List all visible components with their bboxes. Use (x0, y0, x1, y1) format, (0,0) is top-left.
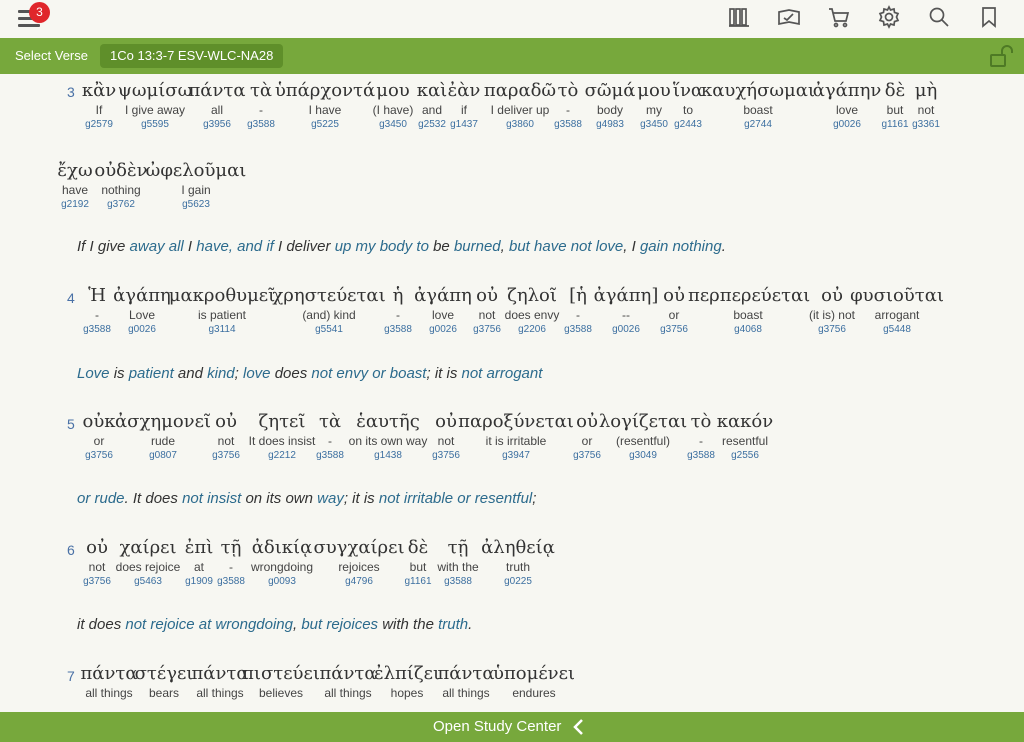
interlinear-word[interactable]: ὑπομένει endures (474, 663, 594, 712)
strongs-number[interactable]: g2556 (685, 450, 805, 463)
linked-phrase[interactable]: have, and if (196, 238, 274, 255)
reference-button[interactable]: 1Co 13:3-7 ESV-WLC-NA28 (100, 44, 284, 68)
translation-text: If (77, 238, 90, 255)
top-toolbar: 3 (0, 0, 1024, 38)
greek-word: ὑπομένει (493, 663, 575, 684)
translation-text: with the (378, 616, 439, 633)
chevron-left-icon[interactable] (571, 718, 585, 736)
interlinear-word[interactable]: φυσιοῦται arrogant g5448 (837, 285, 957, 337)
linked-phrase[interactable]: up my body to (335, 238, 429, 255)
interlinear-word[interactable]: μὴ not g3361 (866, 80, 986, 132)
select-verse-button[interactable]: Select Verse (15, 48, 88, 63)
cart-icon[interactable] (822, 4, 856, 30)
greek-word: φυσιοῦται (850, 285, 944, 306)
strongs-number[interactable]: g3114 (162, 324, 282, 337)
linked-phrase[interactable]: or rude (77, 490, 125, 507)
library-icon[interactable] (722, 4, 756, 30)
linked-phrase[interactable]: not insist (182, 490, 241, 507)
translation-text: ; (532, 490, 537, 507)
greek-word: κακόν (716, 411, 774, 432)
linked-phrase[interactable]: not irritable or resentful (379, 490, 532, 507)
translation-text: I give (89, 238, 130, 255)
strongs-number[interactable]: g5448 (837, 324, 957, 337)
strongs-number[interactable]: g3361 (866, 119, 986, 132)
gear-icon[interactable] (872, 4, 906, 30)
bottom-bar: Open Study Center (0, 712, 1024, 742)
translation-text: is (109, 365, 129, 382)
strongs-number[interactable] (474, 702, 594, 712)
translation-text: I deliver (273, 238, 335, 255)
hamburger-bar (18, 24, 40, 27)
interlinear-word[interactable]: ὠφελοῦμαι I gain g5623 (136, 160, 256, 212)
linked-phrase[interactable]: gain nothing (640, 238, 722, 255)
linked-phrase[interactable]: not envy or boast (311, 365, 426, 382)
translation-text: , I (623, 238, 640, 255)
interlinear-word[interactable]: μακροθυμεῖ is patient g3114 (162, 285, 282, 337)
translation-text: , (500, 238, 509, 255)
linked-phrase[interactable]: not rejoice at wrongdoing (125, 616, 293, 633)
linked-phrase[interactable]: truth (438, 616, 468, 633)
english-translation: If I give away all I have, and if I deli… (77, 238, 726, 255)
translation-text: ; it is (426, 365, 462, 382)
english-gloss: arrogant (874, 308, 920, 322)
interlinear-word[interactable]: ἀληθείᾳ truth g0225 (458, 537, 578, 589)
strongs-number[interactable]: g5623 (136, 199, 256, 212)
linked-phrase[interactable]: love (243, 365, 271, 382)
toolbar-icons (722, 4, 1006, 30)
interlinear-view: 3 κἂν If g2579 ψωμίσω I give away g5595 πάντα al… (0, 74, 1024, 712)
verse-selection-bar: Select Verse 1Co 13:3-7 ESV-WLC-NA28 (0, 38, 1024, 74)
unlock-icon[interactable] (988, 45, 1014, 67)
greek-word: μακροθυμεῖ (168, 285, 276, 306)
english-gloss: I gain (181, 183, 211, 197)
english-translation: it does not rejoice at wrongdoing, but r… (77, 616, 472, 633)
translation-text: and (173, 365, 208, 382)
english-gloss: is patient (197, 308, 247, 322)
linked-phrase[interactable]: patient (129, 365, 174, 382)
english-gloss: truth (505, 560, 530, 574)
linked-phrase[interactable]: Love (77, 365, 110, 382)
reading-plan-icon[interactable] (772, 4, 806, 30)
english-gloss: not (917, 103, 935, 117)
translation-text: ; it is (343, 490, 379, 507)
translation-text: . It does (124, 490, 183, 507)
linked-phrase[interactable]: but have not love (509, 238, 623, 255)
greek-word: μὴ (914, 80, 938, 101)
linked-phrase[interactable]: away all (130, 238, 184, 255)
notification-badge: 3 (29, 2, 50, 23)
english-translation: or rude. It does not insist on its own w… (77, 490, 536, 507)
translation-text: . (721, 238, 726, 255)
linked-phrase[interactable]: way (317, 490, 344, 507)
bookmark-icon[interactable] (972, 4, 1006, 30)
translation-text: does (270, 365, 312, 382)
translation-text: it does (77, 616, 126, 633)
open-study-center-button[interactable]: Open Study Center (433, 718, 561, 735)
greek-word: ὠφελοῦμαι (145, 160, 247, 181)
greek-word: ἀληθείᾳ (481, 537, 555, 558)
linked-phrase[interactable]: kind (207, 365, 235, 382)
linked-phrase[interactable]: but rejoices (301, 616, 378, 633)
translation-text: I (183, 238, 197, 255)
english-gloss: endures (512, 686, 556, 700)
english-translation: Love is patient and kind; love does not … (77, 365, 542, 382)
linked-phrase[interactable]: burned (454, 238, 501, 255)
linked-phrase[interactable]: not arrogant (462, 365, 543, 382)
translation-text: . (468, 616, 473, 633)
translation-text: on its own (241, 490, 318, 507)
search-icon[interactable] (922, 4, 956, 30)
english-gloss: resentful (721, 434, 769, 448)
translation-text: be (428, 238, 454, 255)
strongs-number[interactable]: g0225 (458, 576, 578, 589)
interlinear-word[interactable]: κακόν resentful g2556 (685, 411, 805, 463)
translation-text: ; (234, 365, 243, 382)
